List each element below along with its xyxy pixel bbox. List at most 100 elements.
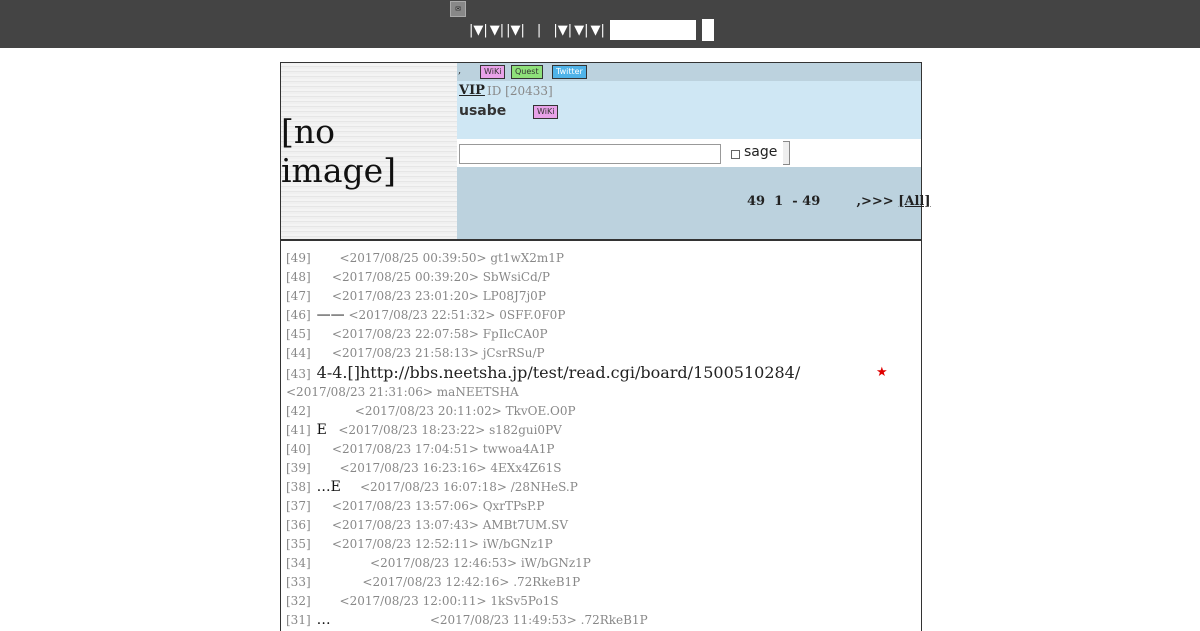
post-row: [37] <2017/08/23 13:57:06> QxrTPsP.P xyxy=(286,497,916,516)
post-row: <2017/08/23 21:31:06> maNEETSHA xyxy=(286,383,916,402)
post-number[interactable]: [36] xyxy=(286,518,311,532)
post-row: [33] <2017/08/23 12:42:16> .72RkeB1P xyxy=(286,573,916,592)
post-number[interactable]: [32] xyxy=(286,594,311,608)
post-number[interactable]: [43] xyxy=(286,367,311,381)
board-container: [no image] , WiKi Quest Twitter VIP ID [… xyxy=(280,62,931,631)
post-meta: <2017/08/23 22:51:32> 0SFF.0F0P xyxy=(348,308,566,322)
post-meta: <2017/08/23 22:07:58> FpIlcCA0P xyxy=(331,327,548,341)
post-indent xyxy=(331,613,430,627)
board-header: [no image] , WiKi Quest Twitter VIP ID [… xyxy=(281,63,931,241)
post-meta: <2017/08/23 18:23:22> s182gui0PV xyxy=(338,423,562,437)
post-row: [34] <2017/08/23 12:46:53> iW/bGNz1P xyxy=(286,554,916,573)
board-image-placeholder: [no image] xyxy=(281,63,457,239)
post-number[interactable]: [49] xyxy=(286,251,311,265)
top-nav: |▼| ▼| |▼| | |▼| ▼| ▼| xyxy=(468,19,714,41)
board-name-link[interactable]: VIP xyxy=(459,83,485,98)
post-indent xyxy=(317,461,340,475)
pager-range-end[interactable]: - 49 xyxy=(792,194,820,209)
post-indent xyxy=(317,404,355,418)
post-indent xyxy=(327,423,338,437)
nav-item[interactable]: ▼| xyxy=(490,23,504,38)
post-meta: <2017/08/23 13:07:43> AMBt7UM.SV xyxy=(331,518,569,532)
post-row: [36] <2017/08/23 13:07:43> AMBt7UM.SV xyxy=(286,516,916,535)
post-number[interactable]: [33] xyxy=(286,575,311,589)
post-row: [46] —— <2017/08/23 22:51:32> 0SFF.0F0P xyxy=(286,306,916,325)
post-row: [41] E <2017/08/23 18:23:22> s182gui0PV xyxy=(286,421,916,440)
wiki-badge[interactable]: WiKi xyxy=(480,65,506,79)
post-number[interactable]: [37] xyxy=(286,499,311,513)
post-row: [32] <2017/08/23 12:00:11> 1kSv5Po1S xyxy=(286,592,916,611)
post-indent xyxy=(317,537,332,551)
post-indent xyxy=(317,327,332,341)
star-icon[interactable]: ★ xyxy=(876,363,888,383)
pager-next[interactable]: ,>>> xyxy=(857,194,894,209)
pager-all-link[interactable]: [All] xyxy=(898,194,930,209)
post-input[interactable] xyxy=(459,144,721,164)
post-indent xyxy=(317,518,332,532)
post-meta: <2017/08/23 12:52:11> iW/bGNz1P xyxy=(331,537,553,551)
post-indent xyxy=(317,251,340,265)
post-number[interactable]: [35] xyxy=(286,537,311,551)
quest-badge[interactable]: Quest xyxy=(511,65,543,79)
post-row: [31] … <2017/08/23 11:49:53> .72RkeB1P xyxy=(286,611,916,630)
post-indent xyxy=(317,594,340,608)
post-row: [47] <2017/08/23 23:01:20> LP08J7j0P xyxy=(286,287,916,306)
post-number[interactable]: [41] xyxy=(286,423,311,437)
post-indent xyxy=(317,289,332,303)
post-number[interactable]: [47] xyxy=(286,289,311,303)
nav-item[interactable]: | xyxy=(537,23,541,38)
post-meta: <2017/08/25 00:39:50> gt1wX2m1P xyxy=(339,251,565,265)
post-meta: <2017/08/23 13:57:06> QxrTPsP.P xyxy=(331,499,545,513)
post-indent xyxy=(341,480,360,494)
post-form: sage xyxy=(457,139,921,167)
pager: 49 1 - 49 ,>>> [All] xyxy=(747,194,931,209)
pager-range-start[interactable]: 1 xyxy=(774,194,783,209)
post-number[interactable]: [48] xyxy=(286,270,311,284)
post-number[interactable]: [42] xyxy=(286,404,311,418)
post-number[interactable]: [40] xyxy=(286,442,311,456)
post-indent xyxy=(317,346,332,360)
post-row: [44] <2017/08/23 21:58:13> jCsrRSu/P xyxy=(286,344,916,363)
board-id: ID [20433] xyxy=(487,84,553,98)
nav-item[interactable]: |▼| xyxy=(553,23,572,38)
twitter-badge[interactable]: Twitter xyxy=(552,65,587,79)
post-meta: <2017/08/23 21:58:13> jCsrRSu/P xyxy=(331,346,545,360)
post-number[interactable]: [38] xyxy=(286,480,311,494)
top-bar: ✉ |▼| ▼| |▼| | |▼| ▼| ▼| xyxy=(0,0,1200,48)
post-row: [42] <2017/08/23 20:11:02> TkvOE.O0P xyxy=(286,402,916,421)
nav-item[interactable]: ▼| xyxy=(574,23,588,38)
post-meta: <2017/08/23 16:07:18> /28NHeS.P xyxy=(359,480,578,494)
post-indent xyxy=(317,556,370,570)
post-indent xyxy=(317,575,363,589)
post-row: [48] <2017/08/25 00:39:20> SbWsiCd/P xyxy=(286,268,916,287)
post-row: [35] <2017/08/23 12:52:11> iW/bGNz1P xyxy=(286,535,916,554)
post-list: [49] <2017/08/25 00:39:50> gt1wX2m1P [48]… xyxy=(286,249,916,630)
post-number[interactable]: [34] xyxy=(286,556,311,570)
post-row: [39] <2017/08/23 16:23:16> 4EXx4Z61S xyxy=(286,459,916,478)
post-number[interactable]: [46] xyxy=(286,308,311,322)
post-row: [40] <2017/08/23 17:04:51> twwoa4A1P xyxy=(286,440,916,459)
post-number[interactable]: [44] xyxy=(286,346,311,360)
badge-dot: , xyxy=(458,65,462,76)
owner-wiki-badge[interactable]: WiKi xyxy=(533,105,559,119)
submit-button[interactable] xyxy=(783,141,790,165)
search-button[interactable] xyxy=(701,19,714,41)
badge-row: , WiKi Quest Twitter xyxy=(457,63,921,81)
nav-item[interactable]: ▼| xyxy=(590,23,604,38)
site-icon[interactable]: ✉ xyxy=(450,1,466,17)
post-text: 4-4.[]http://bbs.neetsha.jp/test/read.cg… xyxy=(316,363,801,382)
post-text: … xyxy=(316,612,331,628)
nav-item[interactable]: |▼| xyxy=(469,23,488,38)
post-number[interactable]: [39] xyxy=(286,461,311,475)
sage-checkbox[interactable] xyxy=(731,150,740,159)
post-meta: <2017/08/23 21:31:06> maNEETSHA xyxy=(286,385,519,399)
post-number[interactable]: [31] xyxy=(286,613,311,627)
search-input[interactable] xyxy=(609,20,696,40)
post-text: —— xyxy=(316,307,345,323)
spacer-row xyxy=(457,121,921,139)
nav-item[interactable]: |▼| xyxy=(506,23,525,38)
post-meta: <2017/08/23 11:49:53> .72RkeB1P xyxy=(429,613,648,627)
post-meta: <2017/08/23 17:04:51> twwoa4A1P xyxy=(331,442,555,456)
post-number[interactable]: [45] xyxy=(286,327,311,341)
owner-name: usabe xyxy=(459,103,507,119)
